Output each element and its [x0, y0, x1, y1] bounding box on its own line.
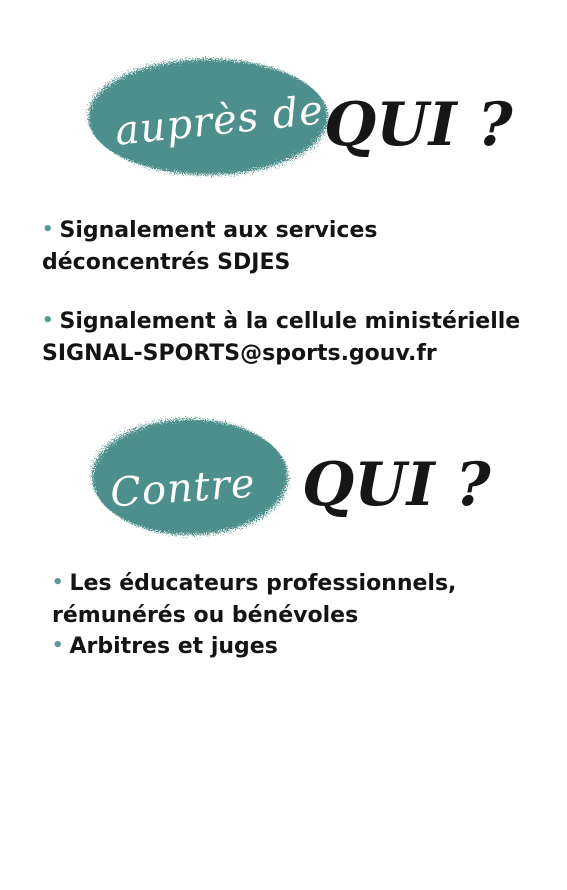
section2-list: • Les éducateurs professionnels, rémunéré…	[52, 568, 456, 663]
question-qui: QUI ?	[302, 450, 492, 520]
item-text-continued: déconcentrés SDJES	[42, 250, 291, 275]
list-item: • Signalement à la cellule ministérielle …	[42, 306, 520, 369]
heading-contre-graphic: Contre QUI ?	[92, 419, 492, 535]
section1-list: • Signalement aux services déconcentrés S…	[42, 215, 520, 369]
bullet-dot-icon: •	[52, 635, 64, 656]
bullet-dot-icon: •	[42, 219, 54, 240]
item-text-continued: rémunérés ou bénévoles	[52, 603, 359, 628]
item-text: Signalement à la cellule ministérielle	[59, 309, 521, 334]
list-item: • Arbitres et juges	[52, 631, 456, 663]
item-email: SIGNAL-SPORTS@sports.gouv.fr	[42, 341, 437, 366]
item-text: Signalement aux services	[59, 218, 378, 243]
heading-aupres-de-qui: auprès de QUI ?	[70, 45, 567, 195]
bullet-dot-icon: •	[52, 572, 64, 593]
bullet-dot-icon: •	[42, 310, 54, 331]
list-item: • Les éducateurs professionnels, rémunéré…	[52, 568, 456, 631]
item-text: Les éducateurs professionnels,	[69, 571, 457, 596]
heading-contre-qui: Contre QUI ?	[80, 405, 567, 555]
item-text: Arbitres et juges	[69, 634, 278, 659]
question-qui: QUI ?	[324, 90, 514, 160]
list-item: • Signalement aux services déconcentrés S…	[42, 215, 520, 278]
heading-aupres-graphic: auprès de QUI ?	[88, 59, 514, 175]
